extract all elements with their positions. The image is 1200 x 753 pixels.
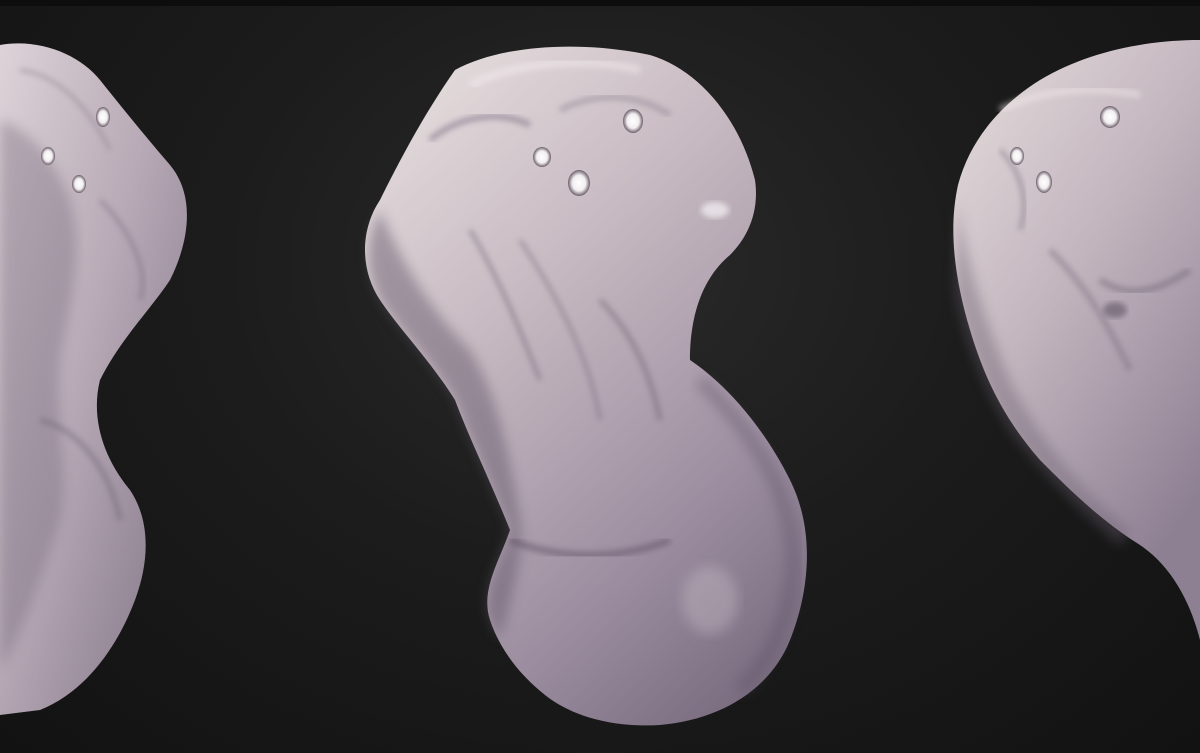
right-view-eye-3 bbox=[1036, 171, 1052, 193]
left-view-eye-3 bbox=[72, 175, 86, 193]
sculpt-canvas[interactable] bbox=[0, 0, 1200, 753]
center-view-eye-2 bbox=[533, 147, 551, 167]
left-view-sculpt bbox=[0, 43, 187, 716]
left-view-eye-2 bbox=[41, 147, 55, 165]
center-view-eye-1 bbox=[623, 109, 643, 133]
right-view-sculpt bbox=[953, 40, 1200, 640]
left-view-eye-1 bbox=[96, 107, 110, 127]
right-view-eye-1 bbox=[1100, 106, 1120, 128]
right-view-eye-2 bbox=[1010, 147, 1024, 165]
center-view-sculpt bbox=[365, 46, 807, 726]
sculpt-viewport[interactable] bbox=[0, 0, 1200, 753]
center-view-eye-3 bbox=[568, 170, 590, 196]
